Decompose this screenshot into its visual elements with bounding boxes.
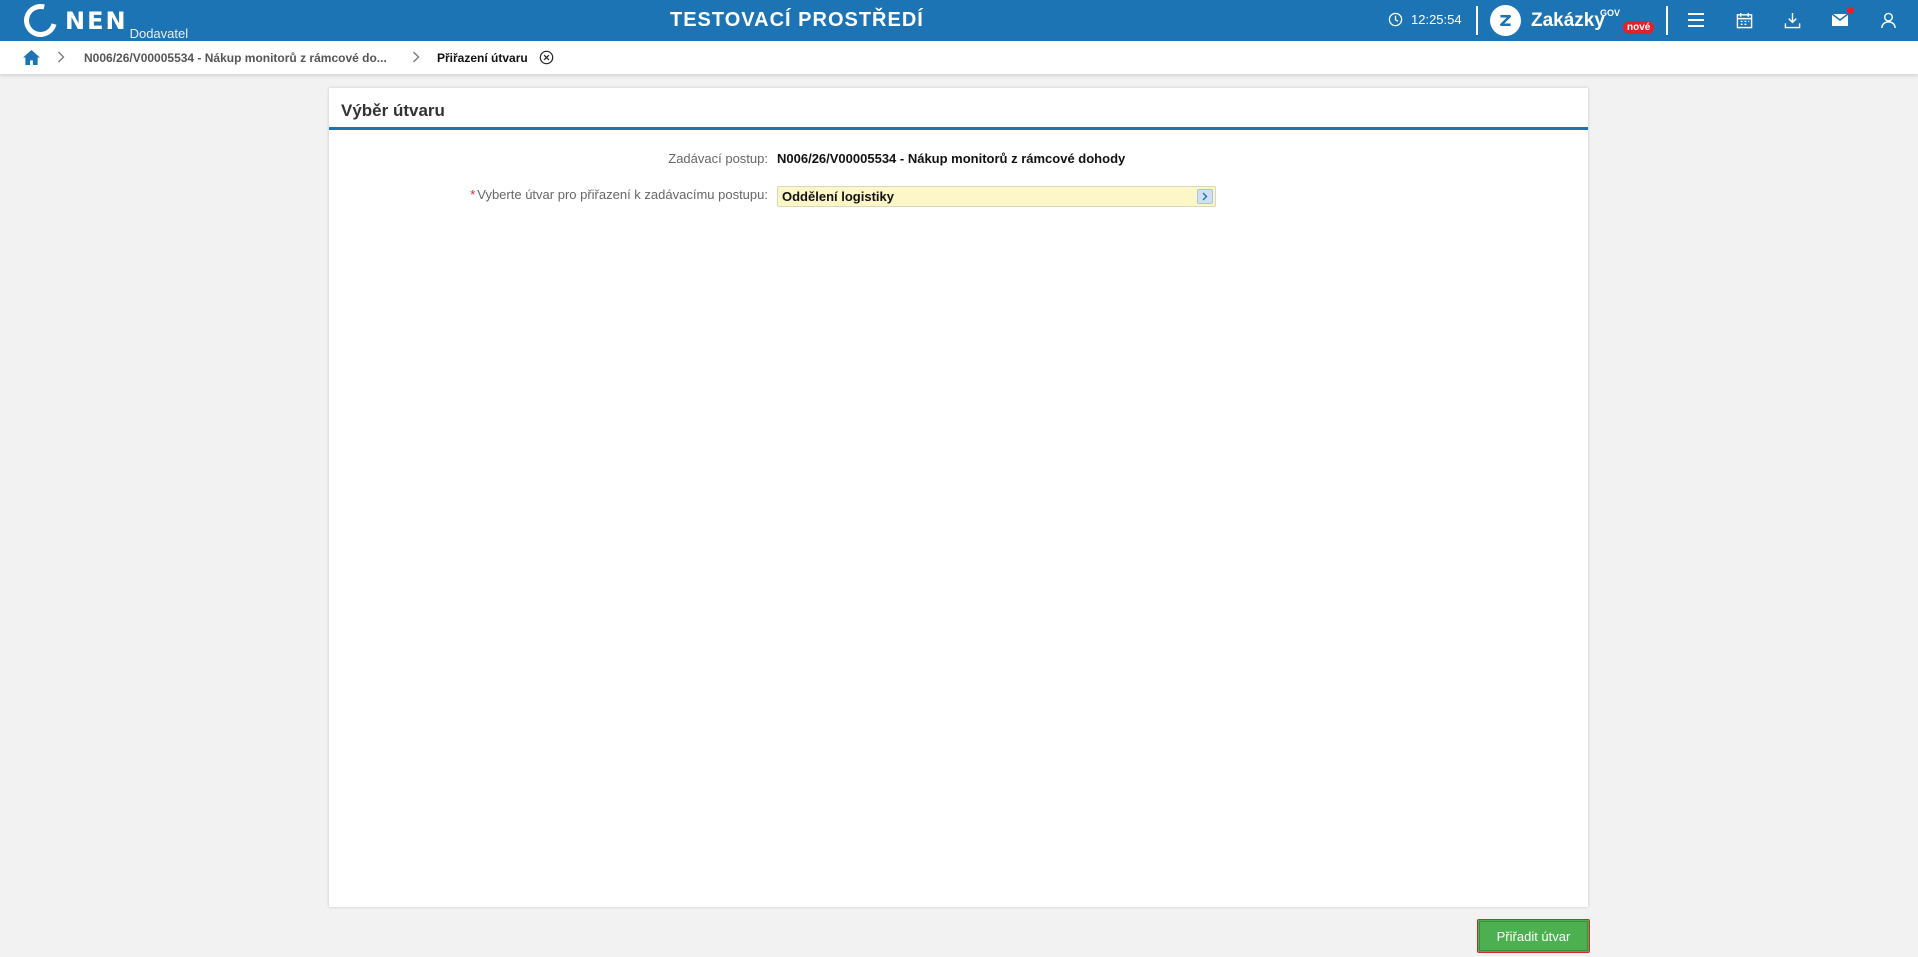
clock-icon [1388,12,1403,27]
zakazky-label: Zakázky [1531,9,1605,31]
environment-title: TESTOVACÍ PROSTŘEDÍ [670,9,924,31]
breadcrumb-current: Přiřazení útvaru [437,51,528,65]
notification-dot [1847,7,1854,14]
close-tab-icon[interactable] [539,50,554,70]
procedure-value: N006/26/V00005534 - Nákup monitorů z rám… [777,151,1126,166]
divider [1666,6,1668,35]
new-badge: nové [1623,21,1655,34]
divider [1476,6,1478,35]
download-icon[interactable] [1781,9,1803,31]
breadcrumb-procedure[interactable]: N006/26/V00005534 - Nákup monitorů z rám… [84,51,387,65]
logo-text: NEN [65,7,128,35]
mail-icon[interactable] [1829,7,1854,31]
unit-selection-panel: Výběr útvaru Zadávací postup: N006/26/V0… [329,88,1588,907]
required-mark: * [470,187,476,202]
calendar-icon[interactable] [1733,9,1755,31]
menu-icon[interactable] [1685,9,1707,31]
clock-time: 12:25:54 [1411,12,1462,27]
session-clock: 12:25:54 [1388,12,1462,27]
top-bar: NEN Dodavatel TESTOVACÍ PROSTŘEDÍ 12:25:… [0,0,1918,44]
nen-logo-icon [17,0,64,44]
breadcrumb: N006/26/V00005534 - Nákup monitorů z rám… [0,41,1918,74]
title-divider [329,127,1588,130]
chevron-right-icon [413,51,420,63]
unit-label-text: Vyberte útvar pro přiřazení k zadávacímu… [477,187,768,202]
logo-subtitle: Dodavatel [129,26,189,41]
user-icon[interactable] [1877,9,1899,31]
zakazky-gov: GOV [1600,8,1621,18]
nen-logo[interactable]: NEN Dodavatel [17,0,188,44]
zakazky-link[interactable]: Zakázky GOV nové [1490,5,1655,36]
unit-select-field[interactable]: Oddělení logistiky [777,186,1216,207]
unit-select-value: Oddělení logistiky [782,189,894,204]
assign-unit-button[interactable]: Přiřadit útvar [1477,919,1590,953]
panel-title: Výběr útvaru [341,101,445,120]
chevron-right-icon[interactable] [1197,189,1213,204]
zakazky-logo-icon [1490,5,1521,36]
chevron-right-icon [58,51,65,63]
unit-label: * Vyberte útvar pro přiřazení k zadávacím… [329,187,768,202]
home-icon[interactable] [22,49,41,71]
procedure-label: Zadávací postup: [668,151,768,166]
